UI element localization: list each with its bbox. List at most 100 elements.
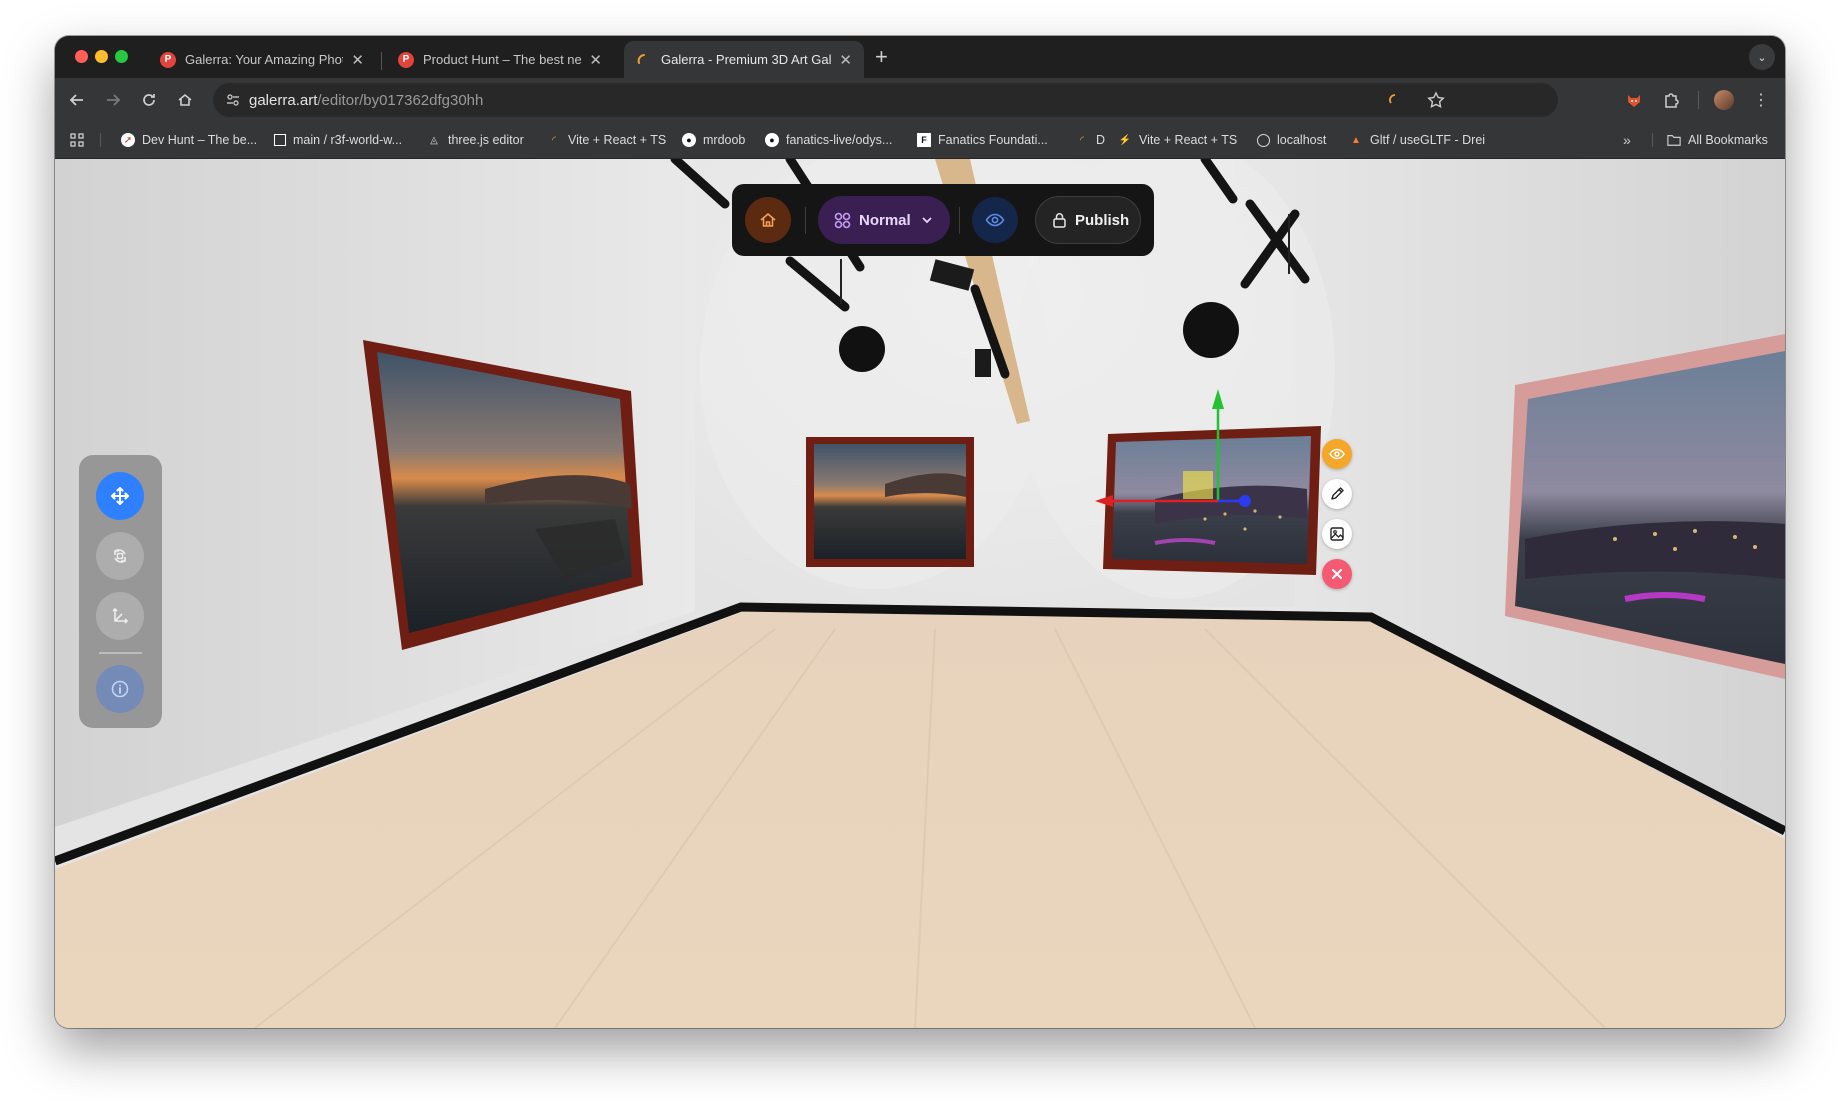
tab-title: Galerra - Premium 3D Art Gal (661, 52, 832, 67)
publish-button[interactable]: Publish (1035, 196, 1141, 244)
mode-label: Normal (859, 211, 911, 229)
bookmark-threejs-editor[interactable]: ◬ three.js editor (427, 131, 524, 149)
browser-window: P Galerra: Your Amazing Photos ✕ P Produ… (55, 36, 1785, 1028)
folder-icon (1667, 135, 1681, 146)
bookmark-label: D (1096, 133, 1106, 147)
bookmark-fanatics-live[interactable]: ● fanatics-live/odys... (765, 131, 892, 149)
apps-grid-icon[interactable] (70, 131, 84, 149)
more-menu-icon[interactable]: ⋮ (1749, 88, 1773, 112)
bookmark-gltf-drei[interactable]: ▲ Gltf / useGLTF - Drei (1349, 131, 1485, 149)
bookmark-label: localhost (1277, 133, 1327, 147)
edit-artwork-button[interactable] (1322, 479, 1352, 509)
rotate-tool-button[interactable] (96, 532, 144, 580)
info-button[interactable] (96, 665, 144, 713)
forward-button[interactable] (101, 88, 125, 112)
toolbar-divider (1698, 91, 1699, 109)
reload-button[interactable] (137, 88, 161, 112)
delete-artwork-button[interactable] (1322, 559, 1352, 589)
loading-icon: ◜ (1080, 134, 1084, 146)
publish-label: Publish (1075, 211, 1130, 229)
browser-toolbar: galerra.art/editor/by017362dfg30hh ⋮ (55, 78, 1785, 122)
devhunt-icon: ➚ (121, 133, 135, 147)
grid-icon (834, 212, 851, 228)
loading-spinner-icon (637, 53, 645, 64)
reload-icon (143, 94, 155, 106)
tab-galerra-editor[interactable]: Galerra - Premium 3D Art Gal ✕ (624, 41, 864, 78)
toggle-visibility-button[interactable] (1322, 439, 1352, 469)
back-button[interactable] (65, 88, 89, 112)
bookmark-label: Dev Hunt – The be... (142, 133, 258, 147)
replace-image-button[interactable] (1322, 519, 1352, 549)
xy-plane-handle-icon[interactable] (1183, 471, 1213, 499)
lock-icon (1053, 213, 1066, 228)
product-hunt-favicon-icon: P (398, 51, 414, 68)
bookmark-vite-react-ts-2[interactable]: ⚡ Vite + React + TS (1118, 131, 1237, 149)
globe-icon (1257, 133, 1270, 147)
home-button[interactable] (745, 197, 791, 243)
scale-tool-button[interactable] (96, 592, 144, 640)
pencil-icon (1331, 487, 1344, 500)
loading-icon (1389, 94, 1396, 104)
more-bookmarks-chevron-icon[interactable]: » (1623, 131, 1631, 149)
site-info-icon[interactable] (225, 92, 241, 108)
extensions-puzzle-icon[interactable] (1659, 88, 1683, 112)
bookmarks-divider (100, 133, 101, 147)
drei-icon: ▲ (1351, 134, 1361, 146)
address-bar[interactable]: galerra.art/editor/by017362dfg30hh (213, 83, 1558, 117)
editor-viewport[interactable]: Normal Publish (55, 159, 1785, 1028)
chevron-down-icon (922, 217, 932, 224)
home-button[interactable] (173, 88, 197, 112)
tab-strip: P Galerra: Your Amazing Photos ✕ P Produ… (55, 36, 1785, 78)
close-tab-icon[interactable]: ✕ (839, 51, 852, 69)
new-tab-button[interactable]: + (875, 46, 888, 68)
axes-icon (112, 607, 129, 624)
info-icon (111, 680, 129, 698)
url-domain: galerra.art (249, 92, 318, 109)
bookmark-label: Vite + React + TS (568, 133, 667, 147)
preview-button[interactable] (972, 197, 1018, 243)
all-bookmarks-button[interactable]: All Bookmarks (1667, 131, 1768, 149)
tab-galerra-photos[interactable]: P Galerra: Your Amazing Photos ✕ (148, 41, 376, 78)
vite-icon: ⚡ (1118, 134, 1132, 146)
spotlight (839, 326, 885, 372)
toolbar-separator (959, 207, 960, 234)
all-bookmarks-label: All Bookmarks (1688, 133, 1768, 147)
fanatics-icon: F (917, 133, 931, 147)
transform-tool-palette (79, 455, 162, 728)
move-tool-button[interactable] (96, 472, 144, 520)
tab-product-hunt[interactable]: P Product Hunt – The best new ✕ (386, 41, 614, 78)
tab-search-button[interactable]: ⌄ (1749, 44, 1775, 70)
bookmark-r3f-world[interactable]: main / r3f-world-w... (274, 131, 402, 149)
close-tab-icon[interactable]: ✕ (351, 51, 364, 69)
github-icon: ● (765, 133, 779, 147)
bookmark-star-icon[interactable] (1427, 91, 1445, 109)
loading-icon: ◜ (552, 134, 556, 146)
close-icon (1332, 569, 1342, 579)
minimize-window-button[interactable] (95, 50, 108, 63)
close-window-button[interactable] (75, 50, 88, 63)
bookmark-dev-hunt[interactable]: ➚ Dev Hunt – The be... (121, 131, 257, 149)
avatar (1714, 90, 1734, 110)
gallery-scene[interactable] (55, 159, 1785, 1028)
bookmarks-divider (1652, 133, 1653, 147)
bookmark-vite-react-ts[interactable]: ◜ Vite + React + TS (547, 131, 666, 149)
tab-title: Galerra: Your Amazing Photos (185, 52, 344, 67)
bookmark-d[interactable]: ◜ D (1075, 131, 1105, 149)
bookmark-mrdoob[interactable]: ● mrdoob (682, 131, 745, 149)
close-tab-icon[interactable]: ✕ (589, 51, 602, 69)
editor-top-toolbar: Normal Publish (732, 184, 1154, 256)
bookmark-label: mrdoob (703, 133, 746, 147)
mode-dropdown[interactable]: Normal (818, 196, 950, 244)
arrow-right-icon (107, 94, 121, 106)
z-axis-handle-icon[interactable] (1239, 495, 1251, 507)
artwork-frame-center[interactable] (806, 437, 974, 567)
product-hunt-favicon-icon: P (160, 51, 176, 68)
palette-divider (99, 652, 142, 654)
extension-fox-icon[interactable] (1622, 88, 1646, 112)
bookmark-label: Vite + React + TS (1139, 133, 1238, 147)
profile-avatar[interactable] (1712, 88, 1736, 112)
github-icon: ● (682, 133, 696, 147)
bookmark-localhost[interactable]: localhost (1257, 131, 1326, 149)
bookmark-fanatics-foundation[interactable]: F Fanatics Foundati... (917, 131, 1048, 149)
zoom-window-button[interactable] (115, 50, 128, 63)
